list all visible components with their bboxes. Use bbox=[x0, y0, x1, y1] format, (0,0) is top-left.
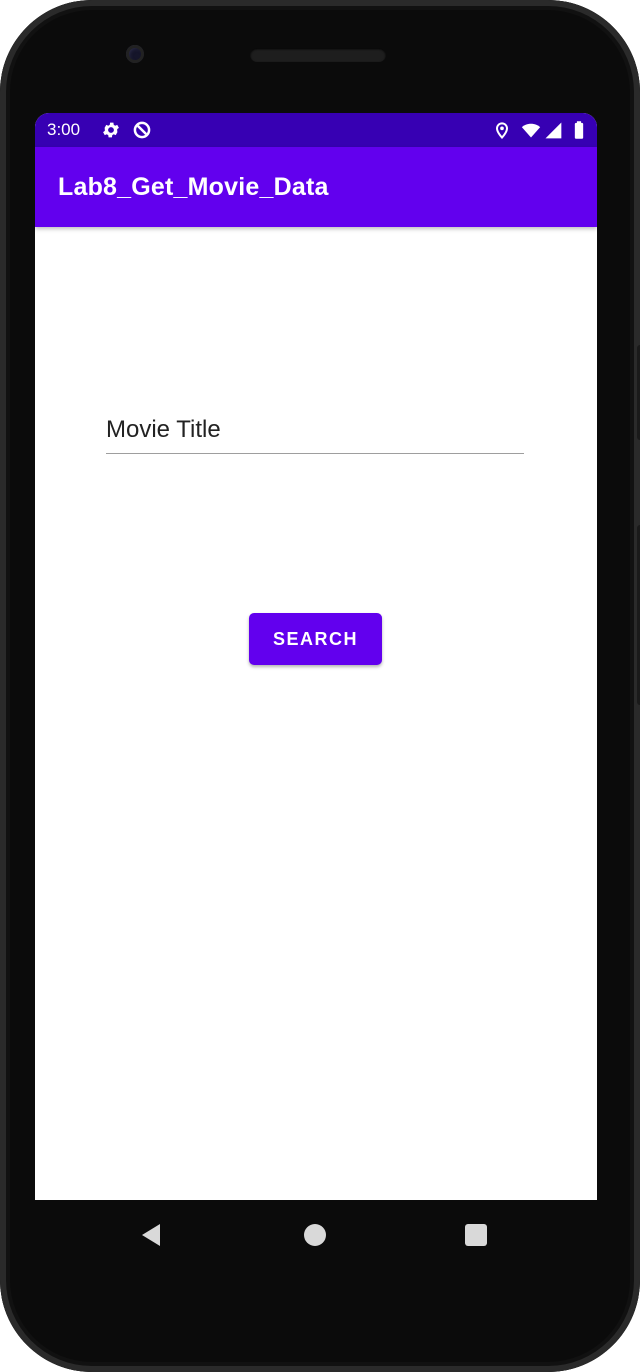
back-icon[interactable] bbox=[142, 1224, 160, 1246]
wifi-icon bbox=[521, 123, 541, 138]
movie-title-field[interactable] bbox=[106, 409, 524, 454]
status-time: 3:00 bbox=[47, 120, 81, 139]
search-button[interactable]: SEARCH bbox=[249, 613, 382, 665]
navigation-bar bbox=[35, 1200, 597, 1270]
settings-icon bbox=[103, 122, 119, 138]
home-icon[interactable] bbox=[304, 1224, 326, 1246]
screen: 3:00 Lab8_Get_Movie_Data Movie Title SEA… bbox=[35, 113, 597, 1200]
app-title: Lab8_Get_Movie_Data bbox=[58, 173, 329, 201]
front-camera bbox=[126, 45, 144, 63]
recents-icon[interactable] bbox=[465, 1224, 487, 1246]
status-bar: 3:00 bbox=[35, 113, 597, 147]
signal-icon bbox=[545, 122, 562, 139]
earpiece-speaker bbox=[250, 48, 386, 62]
location-icon bbox=[495, 122, 509, 139]
phone-frame: 3:00 Lab8_Get_Movie_Data Movie Title SEA… bbox=[0, 0, 640, 1372]
sync-icon bbox=[133, 121, 151, 139]
app-bar: Lab8_Get_Movie_Data bbox=[35, 147, 597, 227]
battery-icon bbox=[574, 121, 584, 139]
movie-title-input[interactable] bbox=[106, 409, 524, 451]
